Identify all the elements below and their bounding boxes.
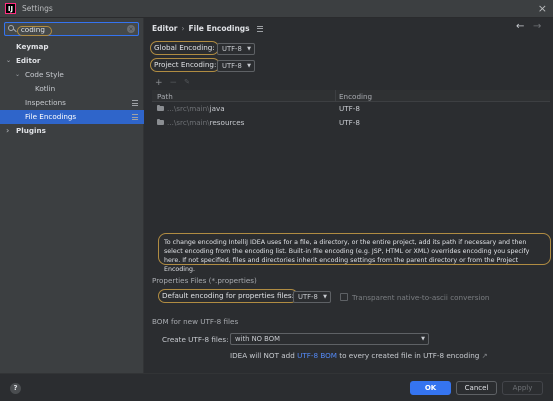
breadcrumb: Editor › File Encodings xyxy=(152,24,263,33)
sidebar-item-inspections[interactable]: Inspections xyxy=(0,96,144,110)
path-cell: ...\src\main\java xyxy=(167,102,225,116)
project-scope-icon xyxy=(132,100,138,106)
table-toolbar: + − ✎ xyxy=(155,78,190,88)
edit-icon[interactable]: ✎ xyxy=(184,78,190,88)
properties-section-title: Properties Files (*.properties) xyxy=(152,276,257,285)
project-scope-icon xyxy=(132,114,138,120)
properties-encoding-value: UTF-8 xyxy=(298,293,318,301)
bom-section-title: BOM for new UTF-8 files xyxy=(152,317,239,326)
project-encoding-label: Project Encoding: xyxy=(150,58,221,72)
sidebar-item-label: Code Style xyxy=(25,70,64,79)
settings-sidebar: × Keymap ⌄ Editor ⌄ Code Style Kotlin In… xyxy=(0,18,144,373)
sidebar-item-editor[interactable]: ⌄ Editor xyxy=(0,54,144,68)
path-name: resources xyxy=(209,118,245,127)
properties-encoding-select[interactable]: UTF-8 ▼ xyxy=(293,291,331,303)
create-utf8-value: with NO BOM xyxy=(235,335,280,343)
chevron-right-icon[interactable]: › xyxy=(6,124,9,138)
sidebar-item-code-style[interactable]: ⌄ Code Style xyxy=(0,68,144,82)
chevron-down-icon[interactable]: ⌄ xyxy=(15,68,20,82)
bom-info-prefix: IDEA will NOT add xyxy=(230,351,295,360)
add-icon[interactable]: + xyxy=(155,78,163,88)
global-encoding-value: UTF-8 xyxy=(222,45,242,53)
settings-search-box[interactable]: × xyxy=(4,22,139,36)
sidebar-item-label: File Encodings xyxy=(25,112,77,121)
window-title: Settings xyxy=(22,4,53,13)
path-name: java xyxy=(209,104,225,113)
sidebar-item-label: Plugins xyxy=(16,126,46,135)
breadcrumb-parent[interactable]: Editor xyxy=(152,24,178,33)
sidebar-item-plugins[interactable]: › Plugins xyxy=(0,124,144,138)
table-header: Path Encoding xyxy=(152,90,550,102)
dialog-footer: ? OK Cancel Apply xyxy=(0,373,553,401)
title-bar: IJ Settings × xyxy=(0,0,553,18)
column-header-path[interactable]: Path xyxy=(157,92,173,101)
chevron-down-icon: ▼ xyxy=(247,46,251,52)
back-arrow-icon[interactable]: ← xyxy=(516,21,524,32)
properties-default-encoding-label: Default encoding for properties files: xyxy=(158,289,299,303)
chevron-down-icon: ▼ xyxy=(421,336,425,342)
chevron-down-icon: ▼ xyxy=(323,294,327,300)
intellij-logo-icon: IJ xyxy=(5,3,16,14)
search-icon xyxy=(8,24,17,34)
sidebar-item-keymap[interactable]: Keymap xyxy=(0,40,144,54)
path-prefix: ...\src\main\ xyxy=(167,104,210,113)
close-icon[interactable]: × xyxy=(538,2,547,15)
settings-tree: Keymap ⌄ Editor ⌄ Code Style Kotlin Insp… xyxy=(0,40,144,138)
global-encoding-select[interactable]: UTF-8 ▼ xyxy=(217,43,255,55)
sidebar-item-kotlin[interactable]: Kotlin xyxy=(0,82,144,96)
column-divider[interactable] xyxy=(335,90,336,102)
native-to-ascii-checkbox[interactable] xyxy=(340,293,348,301)
utf8-bom-link[interactable]: UTF-8 BOM xyxy=(297,351,337,360)
clear-search-icon[interactable]: × xyxy=(127,25,135,33)
encoding-help-note: To change encoding IntelliJ IDEA uses fo… xyxy=(158,233,551,273)
cancel-button[interactable]: Cancel xyxy=(456,381,497,395)
sidebar-item-file-encodings[interactable]: File Encodings xyxy=(0,110,144,124)
breadcrumb-current: File Encodings xyxy=(188,24,250,33)
help-icon[interactable]: ? xyxy=(10,383,21,394)
create-utf8-label: Create UTF-8 files: xyxy=(162,335,229,344)
path-encoding-table: Path Encoding ...\src\main\java UTF-8 ..… xyxy=(152,90,550,238)
project-encoding-select[interactable]: UTF-8 ▼ xyxy=(217,60,255,72)
encoding-cell[interactable]: UTF-8 xyxy=(339,116,360,130)
native-to-ascii-label[interactable]: Transparent native-to-ascii conversion xyxy=(352,293,489,302)
global-encoding-label: Global Encoding: xyxy=(150,41,219,55)
chevron-down-icon: ▼ xyxy=(247,63,251,69)
table-row[interactable]: ...\src\main\resources UTF-8 xyxy=(152,116,550,130)
sidebar-item-label: Kotlin xyxy=(35,84,56,93)
create-utf8-select[interactable]: with NO BOM ▼ xyxy=(230,333,429,345)
sidebar-item-label: Keymap xyxy=(16,42,49,51)
table-row[interactable]: ...\src\main\java UTF-8 xyxy=(152,102,550,116)
folder-icon xyxy=(157,105,164,111)
chevron-down-icon[interactable]: ⌄ xyxy=(6,54,11,68)
sidebar-item-label: Inspections xyxy=(25,98,66,107)
forward-arrow-icon[interactable]: → xyxy=(533,21,541,32)
folder-icon xyxy=(157,119,164,125)
encoding-cell[interactable]: UTF-8 xyxy=(339,102,360,116)
sidebar-item-label: Editor xyxy=(16,56,41,65)
search-input[interactable] xyxy=(20,23,128,35)
apply-button[interactable]: Apply xyxy=(502,381,543,395)
project-scope-icon xyxy=(256,25,263,32)
project-encoding-value: UTF-8 xyxy=(222,62,242,70)
settings-content: Editor › File Encodings ← → Global Encod… xyxy=(145,18,553,373)
ok-button[interactable]: OK xyxy=(410,381,451,395)
remove-icon[interactable]: − xyxy=(170,78,178,88)
external-link-icon[interactable]: ↗ xyxy=(482,351,488,360)
path-cell: ...\src\main\resources xyxy=(167,116,244,130)
breadcrumb-separator: › xyxy=(181,24,185,33)
column-header-encoding[interactable]: Encoding xyxy=(339,92,372,101)
bom-info-line: IDEA will NOT add UTF-8 BOM to every cre… xyxy=(230,351,488,360)
bom-info-suffix: to every created file in UTF-8 encoding xyxy=(339,351,480,360)
path-prefix: ...\src\main\ xyxy=(167,118,210,127)
